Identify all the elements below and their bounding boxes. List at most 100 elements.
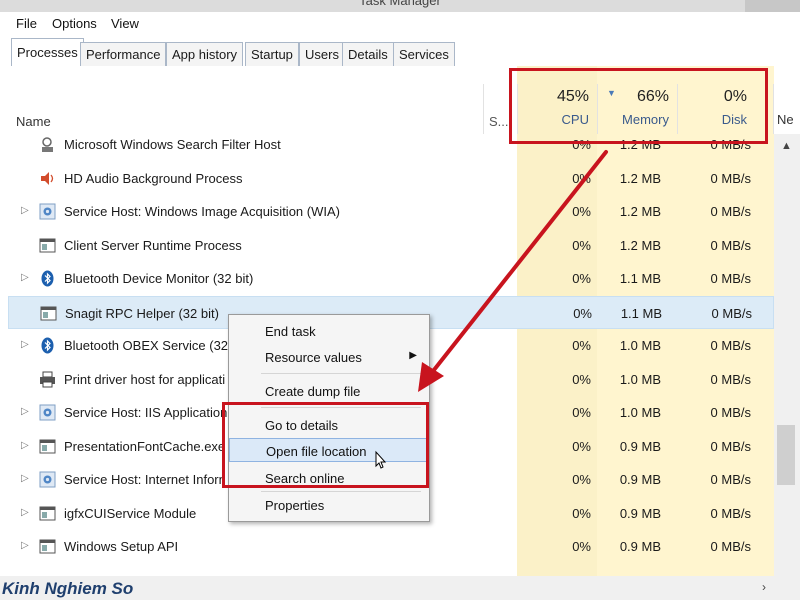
cell-disk: 0 MB/s: [710, 237, 751, 253]
menu-item-label: Create dump file: [265, 384, 361, 399]
menu-item-label: End task: [265, 324, 316, 339]
cell-disk: 0 MB/s: [710, 338, 751, 353]
process-name: Snagit RPC Helper (32 bit): [65, 305, 219, 321]
cell-cpu: 0%: [572, 539, 591, 554]
cell-memory: 0.9 MB: [619, 438, 661, 454]
menu-item-end-task[interactable]: End task: [229, 319, 427, 343]
expand-chevron-icon[interactable]: ▷: [21, 507, 29, 518]
menu-item-create-dump-file[interactable]: Create dump file: [229, 379, 427, 403]
cell-disk: 0 MB/s: [710, 539, 751, 554]
process-name: HD Audio Background Process: [64, 170, 243, 186]
tab-performance[interactable]: Performance: [80, 42, 167, 66]
window-app-icon: [39, 505, 56, 522]
cell-cpu: 0%: [572, 438, 591, 454]
menu-item-label: Resource values: [265, 350, 362, 365]
speaker-icon: [39, 170, 56, 187]
tab-startup[interactable]: Startup: [245, 42, 299, 66]
cell-disk: 0 MB/s: [710, 405, 751, 420]
tab-strip: Processes Performance App history Startu…: [0, 38, 800, 67]
annotation-box-stats: [509, 68, 768, 144]
process-name: igfxCUIService Module: [64, 505, 197, 521]
process-name: Service Host: IIS Application: [64, 405, 228, 420]
column-separator[interactable]: [483, 84, 484, 134]
printer-icon: [39, 371, 56, 388]
service-gear-icon: [39, 404, 56, 421]
process-name: Client Server Runtime Process: [64, 237, 242, 253]
scroll-up-icon[interactable]: ▲: [781, 140, 792, 152]
process-name: Bluetooth OBEX Service (32 b: [64, 338, 239, 353]
cell-disk: 0 MB/s: [710, 271, 751, 286]
cell-memory: 0.9 MB: [619, 472, 661, 487]
expand-chevron-icon[interactable]: ▷: [21, 272, 29, 283]
process-name: Microsoft Windows Search Filter Host: [64, 137, 281, 152]
cell-disk: 0 MB/s: [710, 170, 751, 186]
window-app-icon: [40, 305, 57, 322]
expand-chevron-icon[interactable]: ▷: [21, 540, 29, 551]
cell-disk: 0 MB/s: [710, 438, 751, 454]
expand-chevron-icon[interactable]: ▷: [21, 406, 29, 417]
menu-separator: [261, 491, 421, 492]
process-row[interactable]: Client Server Runtime Process 0% 1.2 MB 0 M…: [8, 229, 774, 262]
expand-chevron-icon[interactable]: ▷: [21, 339, 29, 350]
cell-disk: 0 MB/s: [710, 371, 751, 387]
window-app-icon: [39, 538, 56, 555]
column-header-status[interactable]: S...: [489, 114, 509, 129]
menu-item-label: Properties: [265, 498, 325, 513]
expand-chevron-icon[interactable]: ▷: [21, 473, 29, 484]
watermark: Kinh Nghiem So: [2, 579, 134, 598]
process-name: Service Host: Windows Image Acquisition …: [64, 204, 340, 219]
tab-processes[interactable]: Processes: [11, 38, 84, 67]
cell-memory: 0.9 MB: [619, 539, 661, 554]
process-name: Windows Setup API: [64, 539, 179, 554]
process-row[interactable]: ▷ Bluetooth Device Monitor (32 bit) 0% 1.1 …: [8, 262, 774, 295]
cell-cpu: 0%: [572, 405, 591, 420]
annotation-arrow-icon: [418, 150, 608, 392]
cell-memory: 1.0 MB: [619, 405, 661, 420]
process-name: PresentationFontCache.exe: [64, 438, 226, 454]
process-row[interactable]: HD Audio Background Process 0% 1.2 MB 0 MB/…: [8, 162, 774, 195]
window-title: Task Manager: [359, 0, 441, 8]
menu-bar: File Options View: [0, 12, 800, 38]
tab-users[interactable]: Users: [299, 42, 345, 66]
cell-disk: 0 MB/s: [711, 305, 752, 321]
process-name: Bluetooth Device Monitor (32 bit): [64, 271, 254, 286]
menu-file[interactable]: File: [16, 16, 37, 31]
bluetooth-icon: [39, 337, 56, 354]
tab-details[interactable]: Details: [342, 42, 394, 66]
expand-chevron-icon[interactable]: ▷: [21, 440, 29, 451]
menu-options[interactable]: Options: [52, 16, 97, 31]
search-filter-icon: [39, 136, 56, 153]
cell-disk: 0 MB/s: [710, 505, 751, 521]
service-gear-icon: [39, 203, 56, 220]
process-row[interactable]: ▷ Windows Setup API 0% 0.9 MB 0 MB/s: [8, 530, 774, 563]
expand-chevron-icon[interactable]: ▷: [21, 205, 29, 216]
process-name: Print driver host for applicati: [64, 371, 226, 387]
vertical-scrollbar[interactable]: ▲: [774, 134, 800, 576]
column-header-network[interactable]: Ne: [777, 112, 794, 127]
annotation-box-menu: [222, 402, 429, 488]
tab-app-history[interactable]: App history: [166, 42, 244, 66]
tab-services[interactable]: Services: [393, 42, 455, 66]
process-row[interactable]: ▷ Service Host: Windows Image Acquisition…: [8, 195, 774, 228]
scroll-right-icon[interactable]: ›: [762, 580, 766, 594]
cell-disk: 0 MB/s: [710, 472, 751, 487]
cell-memory: 0.9 MB: [619, 505, 661, 521]
cell-cpu: 0%: [572, 472, 591, 487]
cell-cpu: 0%: [572, 505, 591, 521]
menu-item-properties[interactable]: Properties: [229, 493, 427, 517]
window-app-icon: [39, 237, 56, 254]
close-button[interactable]: [745, 0, 800, 12]
title-bar: Task Manager: [0, 0, 800, 12]
process-name: Service Host: Internet Inforn: [64, 472, 226, 487]
menu-separator: [261, 373, 421, 374]
bluetooth-icon: [39, 270, 56, 287]
service-gear-icon: [39, 471, 56, 488]
column-header-name[interactable]: Name: [16, 114, 51, 129]
menu-item-resource-values[interactable]: Resource values ▶: [229, 345, 427, 369]
column-separator[interactable]: [773, 84, 774, 134]
menu-view[interactable]: View: [111, 16, 139, 31]
scrollbar-thumb[interactable]: [777, 425, 795, 485]
header-name-area: [0, 66, 517, 134]
window-app-icon: [39, 438, 56, 455]
cell-disk: 0 MB/s: [710, 204, 751, 219]
